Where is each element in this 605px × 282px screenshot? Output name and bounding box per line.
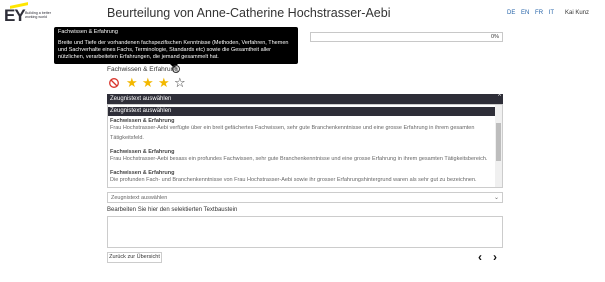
no-entry-icon[interactable]	[109, 78, 119, 88]
info-icon[interactable]: i	[172, 65, 180, 73]
page-title: Beurteilung von Anne-Catherine Hochstras…	[107, 6, 391, 20]
star-icon[interactable]: ★	[126, 76, 138, 89]
option-text[interactable]: Frau Hochstrasser-Aebi verfügte über ein…	[110, 124, 494, 134]
back-to-overview-button[interactable]: Zurück zur Übersicht	[107, 252, 162, 263]
option-group[interactable]: Fachwissen & Erfahrung Frau Hochstrasser…	[110, 149, 494, 165]
option-text[interactable]: Tätigkeitsfeld.	[110, 134, 494, 144]
chevron-up-icon: ^	[498, 94, 501, 100]
zeugnistext-dropdown[interactable]: Zeugnistext auswählen ^	[107, 94, 503, 104]
option-placeholder[interactable]: Zeugnistext auswählen	[108, 107, 496, 116]
option-group[interactable]: Fachwissen & Erfahrung Die profunden Fac…	[110, 170, 494, 186]
zeugnistext-select[interactable]: Zeugnistext auswählen ⌄	[107, 192, 503, 203]
info-tooltip: Fachwissen & Erfahrung Breite und Tiefe …	[54, 27, 298, 68]
star-icon[interactable]: ★	[142, 76, 154, 89]
star-icon[interactable]: ★	[158, 76, 170, 89]
lang-en[interactable]: EN	[521, 10, 529, 16]
text-editor[interactable]	[107, 216, 503, 248]
logo-tagline: Building a better working world	[25, 11, 51, 19]
dropdown-options[interactable]: Zeugnistext auswählen Fachwissen & Erfah…	[107, 104, 503, 188]
chevron-right-icon[interactable]: ›	[489, 251, 501, 264]
chevron-down-icon: ⌄	[493, 195, 499, 201]
tooltip-body: Breite und Tiefe der vorhandenen fachspe…	[58, 40, 289, 60]
user-name[interactable]: Kai Kunz	[565, 10, 589, 16]
lang-fr[interactable]: FR	[535, 10, 543, 16]
ey-logo: EY Building a better working world	[4, 2, 60, 28]
progress-bar: 0%	[310, 32, 503, 42]
option-text[interactable]: Die profunden Fach- und Branchenkenntnis…	[110, 176, 494, 186]
lang-de[interactable]: DE	[507, 10, 515, 16]
tooltip-title: Fachwissen & Erfahrung	[58, 29, 118, 35]
option-text[interactable]: Frau Hochstrasser-Aebi besass ein profun…	[110, 155, 494, 165]
chevron-left-icon[interactable]: ‹	[474, 251, 486, 264]
progress-label: 0%	[491, 34, 499, 40]
scrollbar[interactable]	[495, 105, 502, 187]
star-outline-icon[interactable]: ☆	[174, 76, 186, 89]
scroll-thumb[interactable]	[496, 123, 501, 161]
section-label: Fachwissen & Erfahrung	[107, 66, 178, 73]
logo-brand: EY	[4, 6, 26, 25]
select-placeholder: Zeugnistext auswählen	[111, 195, 168, 201]
editor-label: Bearbeiten Sie hier den selektierten Tex…	[107, 207, 238, 213]
language-switcher: DE EN FR IT	[507, 10, 558, 16]
dropdown-selected: Zeugnistext auswählen	[110, 96, 172, 102]
lang-it[interactable]: IT	[549, 10, 554, 16]
option-group[interactable]: Fachwissen & Erfahrung Frau Hochstrasser…	[110, 118, 494, 143]
